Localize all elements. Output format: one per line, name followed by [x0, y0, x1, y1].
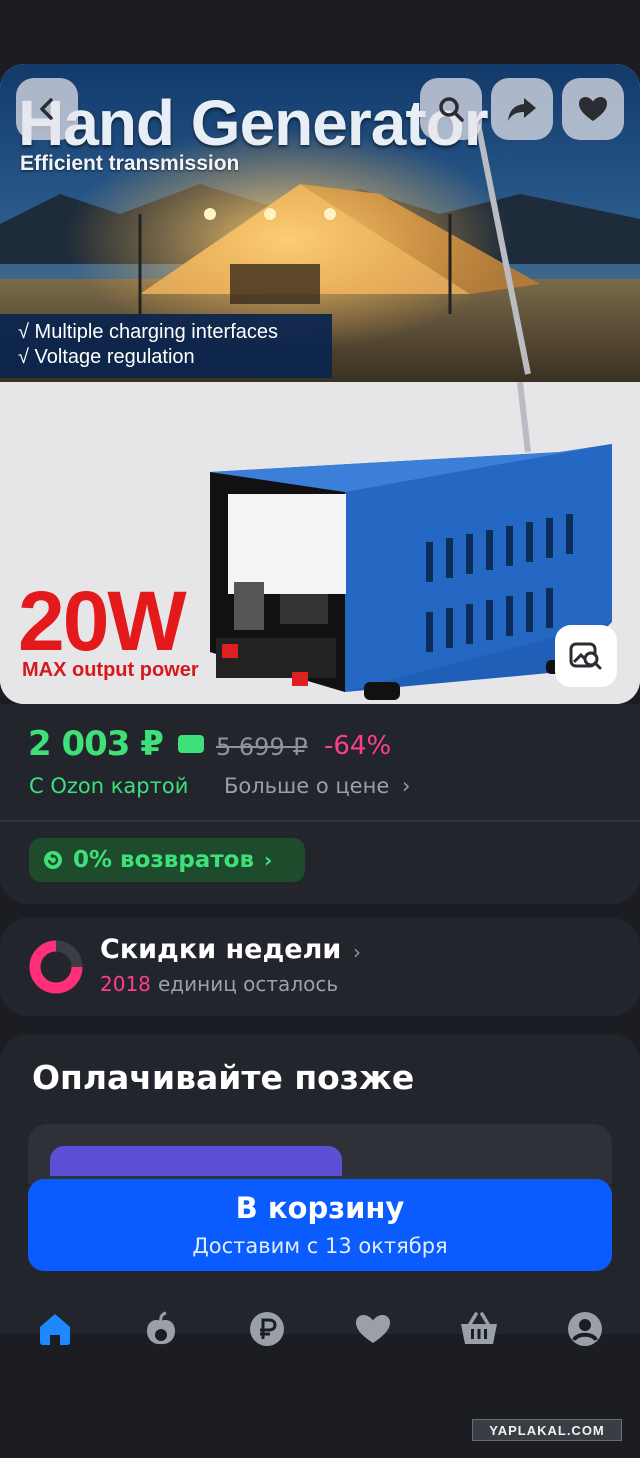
feature-item: √ Voltage regulation: [18, 346, 195, 368]
pay-later-title: Оплачивайте позже: [32, 1058, 415, 1097]
power-value: 20W: [18, 574, 187, 668]
banner-title: Hand Generator: [18, 87, 489, 159]
cart-icon: [461, 1312, 497, 1344]
image-search-icon: [569, 642, 602, 670]
bottom-nav: [0, 1296, 640, 1366]
weekly-units-count: 2018: [100, 972, 151, 996]
share-icon: [508, 98, 536, 121]
delivery-date: Доставим с 13 октября: [192, 1234, 448, 1258]
chevron-right-icon: ›: [264, 848, 273, 872]
fresh-icon: [147, 1311, 175, 1345]
more-about-price-label: Больше о цене: [224, 774, 390, 798]
nav-profile[interactable]: [555, 1296, 615, 1362]
feature-list: √ Multiple charging interfaces √ Voltage…: [0, 314, 332, 378]
image-search-button[interactable]: [555, 625, 617, 687]
add-to-cart-button[interactable]: В корзину Доставим с 13 октября: [28, 1179, 612, 1271]
product-gallery[interactable]: Hand Generator Efficient transmission √ …: [0, 64, 640, 704]
returns-label: 0% возвратов: [73, 847, 255, 873]
return-icon: [44, 851, 62, 869]
heart-icon: [579, 97, 607, 121]
favorite-button[interactable]: [562, 78, 624, 140]
nav-finance[interactable]: [237, 1296, 297, 1362]
favorites-icon: [356, 1315, 390, 1343]
weekly-discounts-title: Скидки недели: [100, 934, 342, 965]
returns-badge[interactable]: 0% возвратов ›: [29, 838, 305, 882]
current-price: 2 003 ₽: [28, 724, 164, 764]
ruble-icon: [250, 1312, 284, 1346]
home-icon: [40, 1314, 70, 1345]
weekly-discounts-card[interactable]: [0, 918, 640, 1016]
nav-fresh[interactable]: [131, 1296, 191, 1362]
chevron-right-icon: ›: [401, 774, 411, 798]
feature-item: √ Multiple charging interfaces: [18, 321, 278, 343]
more-about-price-link[interactable]: Больше о цене ›: [224, 774, 410, 798]
chevron-left-icon: [40, 98, 53, 120]
search-button[interactable]: [420, 78, 482, 140]
watermark: YAPLAKAL.COM: [472, 1419, 622, 1441]
divider: [0, 820, 640, 822]
nav-favorites[interactable]: [343, 1296, 403, 1362]
discount-badge: -64%: [324, 731, 392, 761]
ozon-card-icon: [178, 735, 204, 753]
share-button[interactable]: [491, 78, 553, 140]
nav-home[interactable]: [25, 1296, 85, 1362]
pay-later-bar: [50, 1146, 342, 1176]
add-to-cart-label: В корзину: [235, 1191, 405, 1225]
weekly-units-label: единиц осталось: [158, 972, 339, 996]
ozon-card-label[interactable]: С Ozon картой: [29, 774, 188, 798]
chevron-right-icon: ›: [353, 940, 361, 964]
banner-subtitle: Efficient transmission: [20, 152, 240, 175]
weekly-progress-icon: [27, 938, 85, 1000]
profile-icon: [568, 1312, 602, 1346]
back-button[interactable]: [16, 78, 78, 140]
search-icon: [439, 97, 464, 122]
old-price: 5 699 ₽: [216, 733, 308, 761]
nav-cart[interactable]: [449, 1296, 509, 1362]
power-caption: MAX output power: [22, 659, 199, 681]
